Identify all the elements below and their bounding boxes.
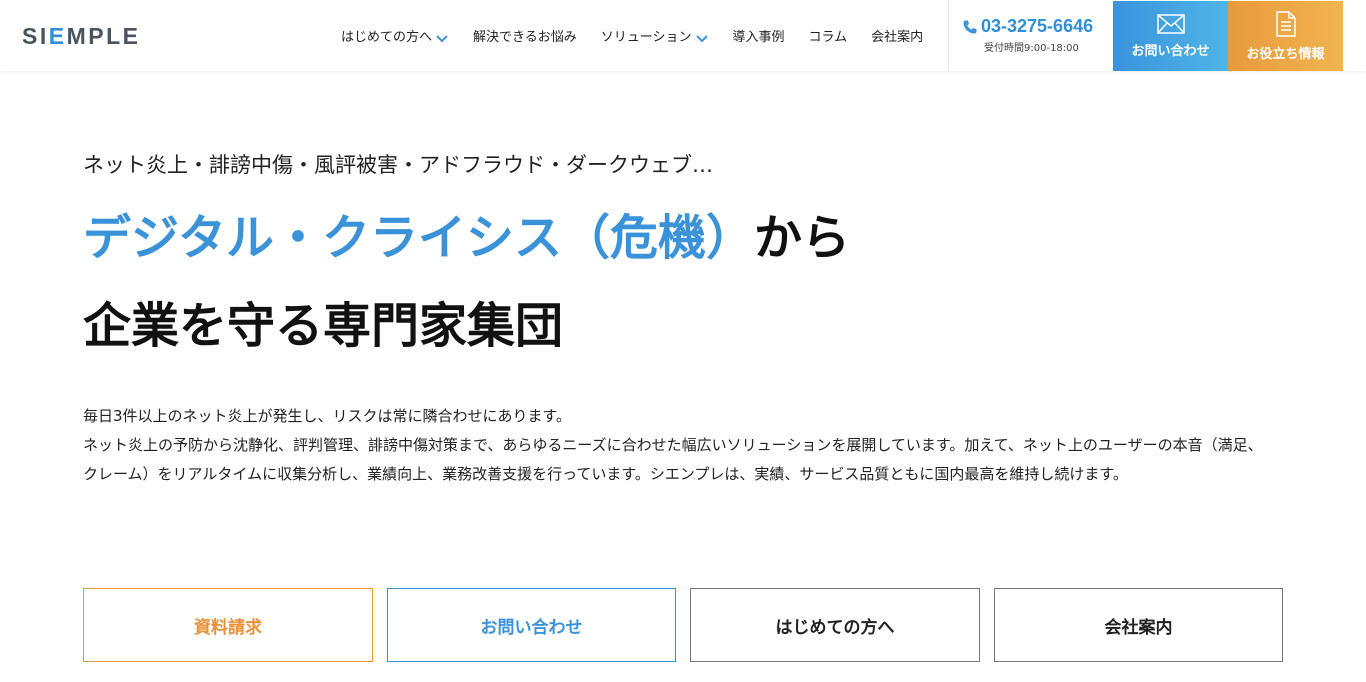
request-docs-button[interactable]: 資料請求 [83, 588, 373, 662]
logo-text-part2: E [48, 23, 67, 49]
nav-item-label: 会社案内 [871, 30, 924, 45]
header-divider [948, 0, 949, 71]
header-info-button[interactable]: お役立ち情報 [1228, 1, 1343, 71]
nav-item-label: コラム [808, 30, 848, 45]
hero-desc-line2: ネット炎上の予防から沈静化、評判管理、誹謗中傷対策まで、あらゆるニーズに合わせた… [83, 436, 1263, 483]
logo-text-part1: SI [22, 23, 49, 49]
hero-description: 毎日3件以上のネット炎上が発生し、リスクは常に隣合わせにあります。 ネット炎上の… [83, 402, 1263, 489]
phone-contact[interactable]: 03-3275-6646 受付時間9:00-18:00 [962, 16, 1107, 54]
phone-number[interactable]: 03-3275-6646 [981, 16, 1093, 37]
header-info-label: お役立ち情報 [1246, 46, 1325, 62]
nav-item-company[interactable]: 会社案内 [871, 0, 923, 71]
hero-desc-line1: 毎日3件以上のネット炎上が発生し、リスクは常に隣合わせにあります。 [83, 407, 572, 425]
chevron-down-icon [436, 34, 448, 42]
site-header: SIEMPLE はじめての方へ 解決できるお悩み ソリューション 導入事例 コラ… [0, 0, 1366, 71]
phone-icon [963, 20, 977, 33]
nav-item-problems[interactable]: 解決できるお悩み [473, 0, 577, 71]
nav-item-label: 解決できるお悩み [473, 30, 577, 45]
contact-button[interactable]: お問い合わせ [387, 588, 676, 662]
hero-title-suffix: から [754, 210, 851, 266]
nav-item-beginner[interactable]: はじめての方へ [341, 0, 449, 71]
header-contact-button[interactable]: お問い合わせ [1113, 1, 1228, 71]
nav-item-label: はじめての方へ [341, 30, 433, 45]
siemple-logo[interactable]: SIEMPLE [22, 24, 140, 48]
phone-hours: 受付時間9:00-18:00 [984, 43, 1079, 54]
nav-item-label: ソリューション [600, 30, 692, 45]
nav-item-column[interactable]: コラム [809, 0, 848, 71]
company-info-button[interactable]: 会社案内 [994, 588, 1283, 662]
beginner-button[interactable]: はじめての方へ [690, 588, 980, 662]
hero-title-highlight: デジタル・クライシス（危機） [83, 210, 755, 266]
hero-title-line1: デジタル・クライシス（危機）から [83, 206, 850, 270]
global-nav: はじめての方へ 解決できるお悩み ソリューション 導入事例 コラム 会社案内 [341, 0, 947, 71]
mail-icon [1156, 13, 1185, 34]
hero-subtitle: ネット炎上・誹謗中傷・風評被害・アドフラウド・ダークウェブ… [83, 153, 713, 177]
chevron-down-icon [695, 34, 708, 42]
header-contact-label: お問い合わせ [1131, 43, 1210, 59]
nav-item-cases[interactable]: 導入事例 [733, 0, 785, 71]
hero-title-line2: 企業を守る専門家集団 [83, 298, 564, 354]
nav-item-solutions[interactable]: ソリューション [601, 0, 709, 71]
nav-item-label: 導入事例 [732, 30, 785, 45]
document-icon [1275, 10, 1296, 37]
logo-text-part3: MPLE [66, 23, 141, 49]
